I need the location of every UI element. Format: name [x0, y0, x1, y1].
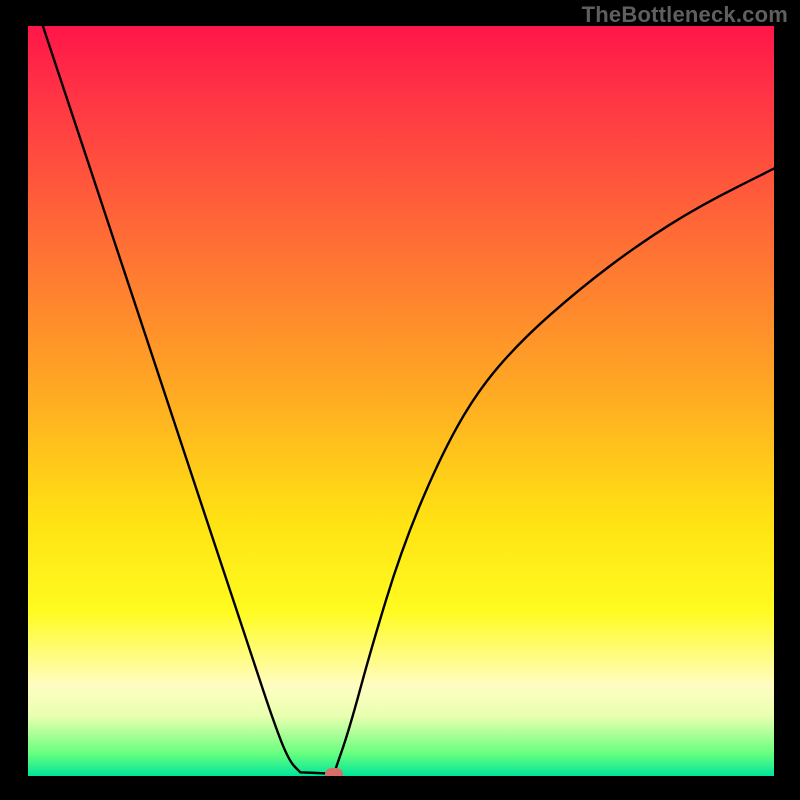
bottleneck-curve	[28, 26, 774, 776]
minimum-marker	[325, 768, 343, 776]
chart-frame: TheBottleneck.com	[0, 0, 800, 800]
watermark-text: TheBottleneck.com	[582, 2, 788, 28]
plot-area	[28, 26, 774, 776]
